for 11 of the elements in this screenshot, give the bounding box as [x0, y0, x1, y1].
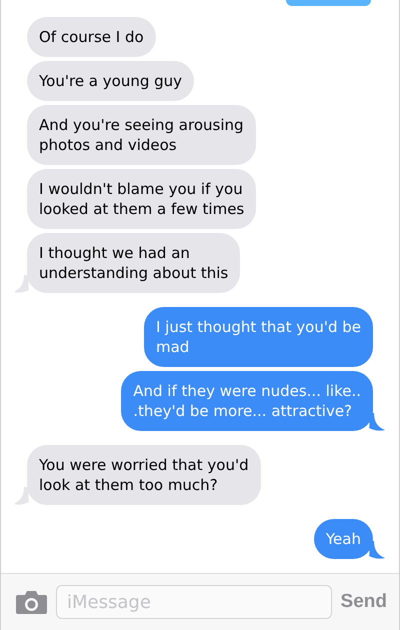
message-bubble: You were worried that you'd look at them too much?	[27, 445, 261, 505]
message-bubble: And you're seeing arousing photos and videos	[27, 105, 256, 165]
camera-icon[interactable]	[16, 590, 47, 614]
message-bubble: And if they were nudes... like.. .they'd be more... attractive?	[121, 371, 373, 431]
message-bubble: I thought we had an understanding about this	[27, 233, 240, 293]
message-bubble: Yeah	[314, 519, 373, 559]
message-bubble: I wouldn't blame you if you looked at them a few times	[27, 169, 256, 229]
message-bubble: Of course I do	[27, 17, 156, 57]
message-bubble: I just thought that you'd be mad	[144, 307, 373, 367]
message-bubble: You're a young guy	[27, 61, 194, 101]
send-button[interactable]: Send	[340, 591, 387, 613]
